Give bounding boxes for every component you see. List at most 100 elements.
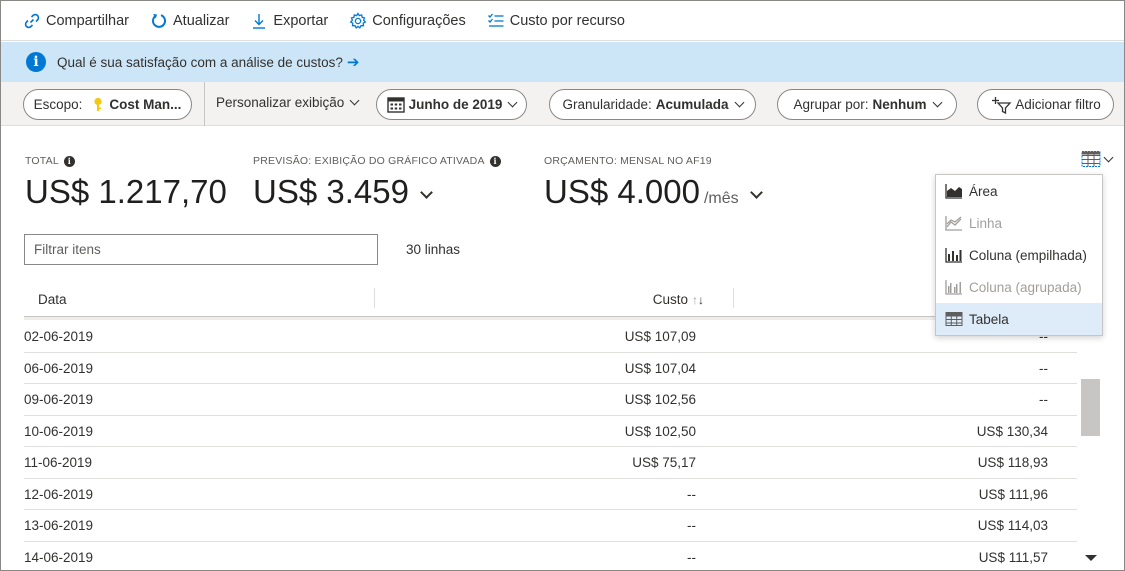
share-button[interactable]: Compartilhar <box>23 12 129 30</box>
table-header: Data Custo ↑↓ <box>24 283 1077 317</box>
cell-date: 11-06-2019 <box>24 455 93 470</box>
cell-date: 14-06-2019 <box>24 549 94 565</box>
menu-item-area[interactable]: Área <box>936 175 1102 207</box>
cell-budget: -- <box>1039 392 1048 407</box>
chevron-down-icon <box>932 97 942 108</box>
column-divider[interactable] <box>733 288 734 308</box>
scope-pill[interactable]: Escopo: Cost Man... <box>23 89 192 120</box>
menu-item-grouped-column-label: Coluna (agrupada) <box>969 279 1082 295</box>
cell-cost: -- <box>687 486 696 502</box>
granularity-value: Acumulada <box>655 97 729 112</box>
table-icon <box>1081 151 1101 167</box>
view-type-menu: Área Linha Coluna (empilhada) Coluna (ag… <box>935 174 1103 336</box>
table-icon <box>945 312 963 326</box>
table-row: 02-06-2019 US$ 107,09 -- <box>24 321 1077 353</box>
column-divider[interactable] <box>374 288 375 308</box>
scope-value: Cost Man... <box>109 97 182 112</box>
scope-label: Escopo: <box>33 97 83 112</box>
link-icon <box>24 13 40 28</box>
cell-cost: -- <box>687 549 696 565</box>
feedback-text: Qual é sua satisfação com a análise de c… <box>57 54 343 70</box>
cell-cost: US$ 75,17 <box>632 455 696 470</box>
cell-date: 09-06-2019 <box>24 392 94 407</box>
cell-cost: US$ 102,50 <box>624 423 696 439</box>
refresh-label: Atualizar <box>173 12 230 29</box>
chevron-down-icon <box>1103 152 1114 162</box>
customize-view-label: Personalizar exibição <box>216 95 345 110</box>
cell-budget: US$ 118,93 <box>977 455 1048 470</box>
granularity-pill[interactable]: Granularidade: Acumulada <box>549 89 756 120</box>
refresh-button[interactable]: Atualizar <box>150 12 229 30</box>
kpi-forecast-label: PREVISÃO: EXIBIÇÃO DO GRÁFICO ATIVADA <box>253 155 485 167</box>
chevron-down-icon[interactable] <box>749 186 763 199</box>
chevron-down-icon <box>734 97 744 108</box>
table-row: 06-06-2019 US$ 107,04 -- <box>24 353 1077 384</box>
granularity-label: Granularidade: <box>562 97 652 112</box>
download-icon <box>253 13 266 29</box>
cell-date: 13-06-2019 <box>24 518 94 533</box>
scroll-down-icon[interactable] <box>1085 555 1097 561</box>
kpi-budget-value: US$ 4.000 <box>544 173 700 210</box>
chevron-down-icon <box>349 95 360 106</box>
group-by-label: Agrupar por: <box>793 97 869 112</box>
table-row: 10-06-2019 US$ 102,50 US$ 130,34 <box>24 416 1077 447</box>
gear-icon <box>349 11 367 29</box>
filter-items-input[interactable] <box>24 234 378 265</box>
cell-budget: US$ 114,03 <box>977 518 1048 533</box>
menu-item-table[interactable]: Tabela <box>936 303 1102 335</box>
scrollbar-thumb[interactable] <box>1081 379 1100 436</box>
add-filter-pill[interactable]: Adicionar filtro <box>977 89 1114 120</box>
kpi-total-label: TOTAL <box>25 155 59 167</box>
cell-date: 12-06-2019 <box>24 486 94 502</box>
add-filter-label: Adicionar filtro <box>1015 97 1101 112</box>
column-header-cost[interactable]: Custo ↑↓ <box>653 292 704 307</box>
refresh-icon <box>152 13 166 28</box>
settings-button[interactable]: Configurações <box>349 11 466 30</box>
group-by-pill[interactable]: Agrupar por: Nenhum <box>777 89 957 120</box>
settings-label: Configurações <box>372 12 466 29</box>
calendar-icon <box>386 96 405 113</box>
chevron-down-icon <box>507 97 518 108</box>
feedback-banner: i Qual é sua satisfação com a análise de… <box>1 42 1124 82</box>
cell-budget: US$ 111,96 <box>978 486 1048 502</box>
info-icon[interactable]: i <box>489 155 501 167</box>
menu-item-grouped-column[interactable]: Coluna (agrupada) <box>936 271 1102 303</box>
kpi-total-value: US$ 1.217,70 <box>25 173 227 210</box>
export-label: Exportar <box>273 12 329 29</box>
cell-date: 06-06-2019 <box>24 360 94 376</box>
row-count: 30 linhas <box>406 242 461 257</box>
cell-budget: US$ 130,34 <box>976 423 1048 439</box>
grouped-column-chart-icon <box>945 280 962 295</box>
menu-item-stacked-column-label: Coluna (empilhada) <box>969 247 1087 263</box>
cost-by-resource-button[interactable]: Custo por recurso <box>487 12 625 30</box>
customize-view-dropdown[interactable]: Personalizar exibição <box>216 95 360 110</box>
info-icon: i <box>26 52 46 72</box>
cell-budget: US$ 111,57 <box>978 549 1048 565</box>
cost-by-resource-label: Custo por recurso <box>509 12 625 29</box>
cell-cost: US$ 107,09 <box>624 329 696 344</box>
export-button[interactable]: Exportar <box>250 12 328 30</box>
chevron-down-icon[interactable] <box>420 186 433 199</box>
info-icon[interactable]: i <box>63 155 75 167</box>
filter-divider <box>204 82 205 126</box>
cell-cost: US$ 107,04 <box>624 360 696 376</box>
kpi-forecast: PREVISÃO: EXIBIÇÃO DO GRÁFICO ATIVADA i … <box>253 155 501 211</box>
view-type-toggle[interactable] <box>1081 150 1114 168</box>
date-range-pill[interactable]: Junho de 2019 <box>376 89 527 120</box>
cell-budget: -- <box>1039 360 1048 376</box>
menu-item-stacked-column[interactable]: Coluna (empilhada) <box>936 239 1102 271</box>
cell-date: 02-06-2019 <box>24 329 94 344</box>
kpi-total: TOTAL i US$ 1.217,70 <box>25 155 227 211</box>
checklist-icon <box>487 13 504 27</box>
menu-item-line[interactable]: Linha <box>936 207 1102 239</box>
area-chart-icon <box>945 184 962 199</box>
table-body: 02-06-2019 US$ 107,09 -- 06-06-2019 US$ … <box>24 321 1077 570</box>
sort-icon: ↑↓ <box>692 292 704 307</box>
kpi-budget-unit: /mês <box>703 190 739 207</box>
column-header-date[interactable]: Data <box>38 292 67 307</box>
arrow-right-icon[interactable]: ➔ <box>347 53 360 71</box>
table-row: 13-06-2019 -- US$ 114,03 <box>24 510 1077 542</box>
menu-item-table-label: Tabela <box>969 311 1009 327</box>
group-by-value: Nenhum <box>872 97 927 112</box>
vertical-scrollbar[interactable] <box>1080 313 1102 570</box>
